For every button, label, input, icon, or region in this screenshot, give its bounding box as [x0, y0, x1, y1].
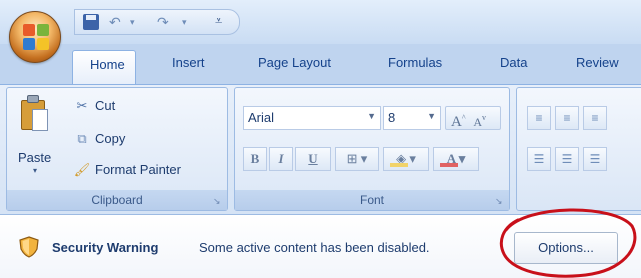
- cut-button[interactable]: ✂ Cut: [73, 98, 116, 114]
- tab-formulas[interactable]: Formulas: [388, 55, 442, 70]
- shrink-font-icon[interactable]: A: [473, 115, 482, 129]
- quick-access-toolbar: ↶ ▾ ↷ ▾ ⩡: [74, 9, 240, 35]
- scissors-icon: ✂: [76, 98, 88, 113]
- align-bottom-icon[interactable]: ≡: [583, 106, 607, 130]
- undo-dropdown-icon[interactable]: ▾: [130, 17, 135, 28]
- format-painter-button[interactable]: 🖌 Format Painter: [73, 162, 181, 178]
- chevron-down-icon: ▼: [367, 111, 376, 121]
- copy-icon: ⧉: [77, 131, 87, 146]
- align-right-icon[interactable]: ☰: [583, 147, 607, 171]
- copy-label: Copy: [95, 131, 126, 146]
- paste-dropdown-icon[interactable]: ▾: [33, 166, 37, 175]
- office-button[interactable]: [9, 11, 61, 63]
- font-color-button[interactable]: A ▾: [433, 147, 479, 171]
- save-icon[interactable]: [83, 14, 99, 30]
- font-size-combo[interactable]: 8 ▼: [383, 106, 441, 130]
- clipboard-group-label: Clipboard: [7, 190, 227, 210]
- font-name-value: Arial: [248, 110, 275, 125]
- tab-page-layout[interactable]: Page Layout: [258, 55, 331, 70]
- security-warning-message: Some active content has been disabled.: [199, 240, 430, 255]
- customize-toolbar-icon[interactable]: ⩡: [215, 13, 222, 29]
- font-group-label: Font: [235, 190, 509, 210]
- italic-button[interactable]: I: [269, 147, 293, 171]
- paste-button[interactable]: Paste: [18, 150, 51, 165]
- alignment-group: ≡ ≡ ≡ ☰ ☰ ☰: [516, 87, 641, 211]
- format-painter-label: Format Painter: [95, 162, 181, 177]
- shield-icon: [19, 236, 39, 258]
- redo-icon[interactable]: ↷: [157, 14, 169, 31]
- security-warning-title: Security Warning: [52, 240, 159, 255]
- clipboard-launcher-icon[interactable]: ↘: [213, 196, 223, 206]
- clipboard-group: Paste ▾ ✂ Cut ⧉ Copy 🖌 Format Painter Clipb…: [6, 87, 228, 211]
- chevron-down-icon: ▼: [427, 111, 436, 121]
- office-logo-icon: [23, 24, 49, 50]
- tab-review[interactable]: Review: [576, 55, 619, 70]
- bold-button[interactable]: B: [243, 147, 267, 171]
- align-top-icon[interactable]: ≡: [527, 106, 551, 130]
- paintbrush-icon: 🖌: [73, 162, 91, 177]
- tab-home[interactable]: Home: [72, 50, 136, 85]
- copy-button[interactable]: ⧉ Copy: [73, 131, 125, 147]
- font-group: Arial ▼ 8 ▼ A^ Av B I U ⊞ ▾ ◈ ▾ A ▾ Font…: [234, 87, 510, 211]
- tab-label: Home: [90, 57, 125, 72]
- ribbon: Paste ▾ ✂ Cut ⧉ Copy 🖌 Format Painter Clipb…: [0, 84, 641, 214]
- options-button[interactable]: Options...: [514, 232, 618, 264]
- undo-icon[interactable]: ↶: [109, 14, 121, 31]
- align-left-icon[interactable]: ☰: [527, 147, 551, 171]
- ribbon-tabs: Home Insert Page Layout Formulas Data Re…: [0, 44, 641, 85]
- font-name-combo[interactable]: Arial ▼: [243, 106, 381, 130]
- cut-label: Cut: [95, 98, 116, 113]
- fill-color-button[interactable]: ◈ ▾: [383, 147, 429, 171]
- align-middle-icon[interactable]: ≡: [555, 106, 579, 130]
- align-center-icon[interactable]: ☰: [555, 147, 579, 171]
- redo-dropdown-icon[interactable]: ▾: [182, 17, 187, 28]
- security-warning-bar: Security Warning Some active content has…: [0, 214, 641, 278]
- tab-data[interactable]: Data: [500, 55, 527, 70]
- paste-icon[interactable]: [21, 94, 51, 134]
- borders-button[interactable]: ⊞ ▾: [335, 147, 379, 171]
- font-launcher-icon[interactable]: ↘: [495, 196, 505, 206]
- grow-shrink-font-buttons[interactable]: A^ Av: [445, 106, 501, 130]
- font-size-value: 8: [388, 110, 396, 125]
- tab-insert[interactable]: Insert: [172, 55, 205, 70]
- underline-button[interactable]: U: [295, 147, 331, 171]
- grow-font-icon[interactable]: A: [451, 114, 462, 130]
